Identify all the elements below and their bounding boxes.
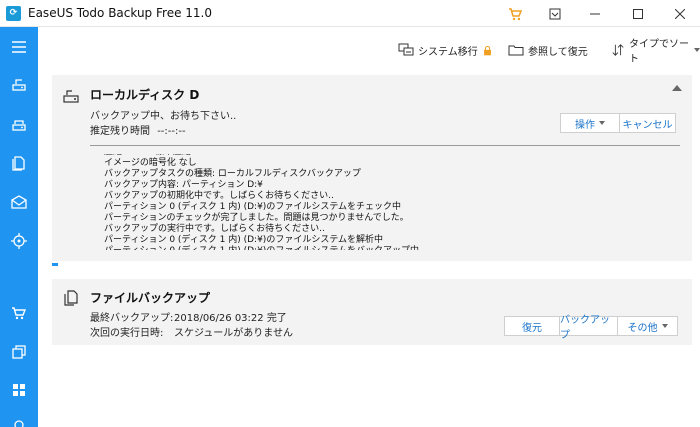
log-lines: 圧縮レベル: 標準圧縮イメージの暗号化 なしバックアップタスクの種類: ローカル… [104, 154, 419, 250]
tools-grid-icon[interactable] [0, 372, 38, 408]
folder-icon [508, 45, 524, 56]
file-backup-icon[interactable] [0, 145, 38, 181]
remaining-time: 推定残り時間 --:--:-- [90, 122, 186, 137]
file-icon [64, 290, 78, 306]
backup-log[interactable]: 圧縮レベル: 標準圧縮イメージの暗号化 なしバックアップタスクの種類: ローカル… [90, 154, 680, 250]
browse-restore-button[interactable]: 参照して復元 [508, 41, 588, 59]
log-line: バックアップの初期化中です。しばらくお待ちください.. [104, 191, 334, 201]
app-logo-icon: ⟳ [6, 6, 21, 21]
backup-status: バックアップ中、お待ち下さい.. [90, 111, 237, 122]
log-line: パーティション 0 (ディスク 1 内) (D:¥)のファイルシステムをバックア… [104, 246, 419, 250]
other-label: その他 [627, 322, 658, 334]
next-run-row: 次回の実行日時: スケジュールがありません [90, 324, 293, 339]
clone-icon[interactable] [0, 334, 38, 370]
window-title: EaseUS Todo Backup Free 11.0 [28, 6, 212, 20]
sidebar [0, 27, 38, 427]
browse-restore-label: 参照して復元 [528, 46, 588, 58]
activity-indicator [52, 263, 58, 266]
main-content: ローカルディスク D バックアップ中、お待ち下さい.. 推定残り時間 --:--… [38, 71, 700, 427]
system-transfer-label: システム移行 [418, 46, 478, 58]
remaining-label: 推定残り時間 [90, 126, 150, 137]
sort-label: タイプでソート [628, 39, 689, 65]
maximize-button[interactable] [618, 0, 658, 27]
restore-button[interactable]: 復元 [504, 316, 560, 336]
title-bar: ⟳ EaseUS Todo Backup Free 11.0 [0, 0, 700, 27]
cart-icon[interactable] [495, 0, 535, 27]
sort-button[interactable]: タイプでソート [611, 39, 700, 65]
close-button[interactable] [660, 0, 700, 27]
backup-button[interactable]: バックアップ [560, 315, 618, 341]
shop-cart-icon[interactable] [0, 295, 38, 331]
operate-button[interactable]: 操作 [560, 113, 620, 133]
card1-button-group: 操作 キャンセル [560, 113, 676, 133]
log-line: パーティション 0 (ディスク 1 内) (D:¥)のファイルシステムをチェック… [104, 202, 402, 212]
log-line: バックアップタスクの種類: ローカルフルディスクバックアップ [104, 169, 361, 179]
card2-button-group: 復元 バックアップ その他 [504, 315, 678, 341]
backup-label: バックアップ [560, 315, 610, 341]
remaining-value: --:--:-- [157, 126, 186, 137]
last-backup-row: 最終バックアップ: 2018/06/26 03:22 完了 [90, 309, 287, 324]
log-line: バックアップ内容: パーティション D:¥ [104, 180, 263, 190]
cancel-label: キャンセル [622, 119, 673, 131]
chevron-down-icon [694, 48, 700, 52]
toolbar: システム移行 参照して復元 タイプでソート [38, 27, 700, 71]
progress-bar [90, 145, 680, 146]
card-title: ファイルバックアップ [90, 291, 211, 305]
operate-label: 操作 [575, 119, 595, 131]
menu-dropdown-icon[interactable] [535, 0, 575, 27]
hamburger-menu-icon[interactable] [0, 29, 38, 65]
next-run-label: 次回の実行日時: [90, 328, 164, 339]
log-line: パーティションのチェックが完了しました。問題は見つかりませんでした。 [104, 213, 409, 223]
last-backup-label: 最終バックアップ: [90, 313, 174, 324]
restore-label: 復元 [522, 322, 542, 334]
collapse-icon[interactable] [672, 85, 682, 91]
lock-icon [483, 45, 491, 55]
log-line: パーティション 0 (ディスク 1 内) (D:¥)のファイルシステムを解析中 [104, 235, 384, 245]
chevron-down-icon [599, 121, 605, 125]
card-title: ローカルディスク D [90, 88, 200, 102]
system-transfer-button[interactable]: システム移行 [398, 41, 493, 59]
other-button[interactable]: その他 [618, 316, 678, 336]
system-transfer-icon [398, 43, 414, 56]
chevron-down-icon [661, 324, 668, 328]
settings-icon[interactable] [0, 407, 38, 427]
system-backup-icon[interactable] [0, 107, 38, 143]
minimize-button[interactable] [575, 0, 615, 27]
mail-backup-icon[interactable] [0, 184, 38, 220]
cancel-button[interactable]: キャンセル [620, 113, 676, 133]
smart-backup-icon[interactable] [0, 223, 38, 259]
disk-backup-icon[interactable] [0, 67, 38, 103]
sort-icon [612, 44, 624, 56]
log-line: バックアップの実行中です。しばらくお待ちください.. [104, 224, 325, 234]
file-backup-card: ファイルバックアップ 最終バックアップ: 2018/06/26 03:22 完了… [52, 279, 692, 345]
last-backup-value: 2018/06/26 03:22 完了 [174, 313, 287, 324]
disk-backup-card: ローカルディスク D バックアップ中、お待ち下さい.. 推定残り時間 --:--… [52, 75, 692, 261]
log-line: イメージの暗号化 なし [104, 158, 197, 168]
disk-icon [63, 90, 79, 103]
next-run-value: スケジュールがありません [174, 328, 293, 339]
